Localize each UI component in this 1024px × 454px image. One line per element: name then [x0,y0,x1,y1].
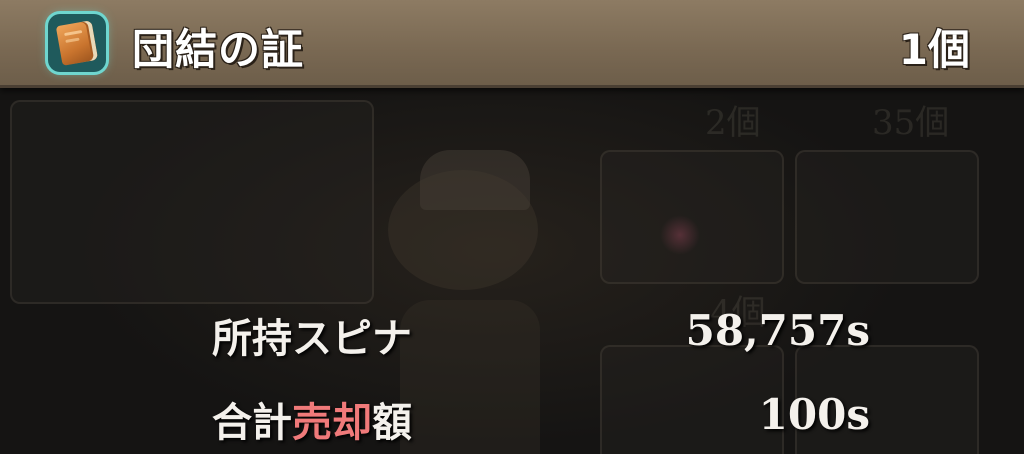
owned-spina-label: 所持スピナ [212,316,412,362]
total-sale-label-accent: 売却 [292,400,372,446]
bg-count-text: 2個 [705,103,761,143]
total-sale-label-prefix: 合計 [212,400,292,446]
book-icon [48,14,106,72]
bg-side-panel [10,100,374,304]
owned-spina-value: 58,757s [685,306,870,355]
total-sale-label-suffix: 額 [372,400,412,446]
sell-confirm-screen: 2個 35個 4個 団結の証 1個 所持スピナ 58,757s 合計売却額 10… [0,0,1024,454]
bg-item-slot [600,150,784,284]
book-graphic [55,20,99,66]
bg-orb [660,215,700,255]
bg-character-body [400,300,540,454]
total-sale-label: 合計売却額 [212,390,412,448]
item-count: 1個 [898,25,970,74]
bg-character-hat [420,150,530,210]
bg-item-slot [600,345,784,454]
total-sale-value: 100s [758,390,870,439]
bg-character-head [388,170,538,290]
bg-count-text: 35個 [872,103,950,143]
bg-item-slot [795,150,979,284]
item-header-bar: 団結の証 1個 [0,0,1024,88]
item-name: 団結の証 [132,25,305,74]
